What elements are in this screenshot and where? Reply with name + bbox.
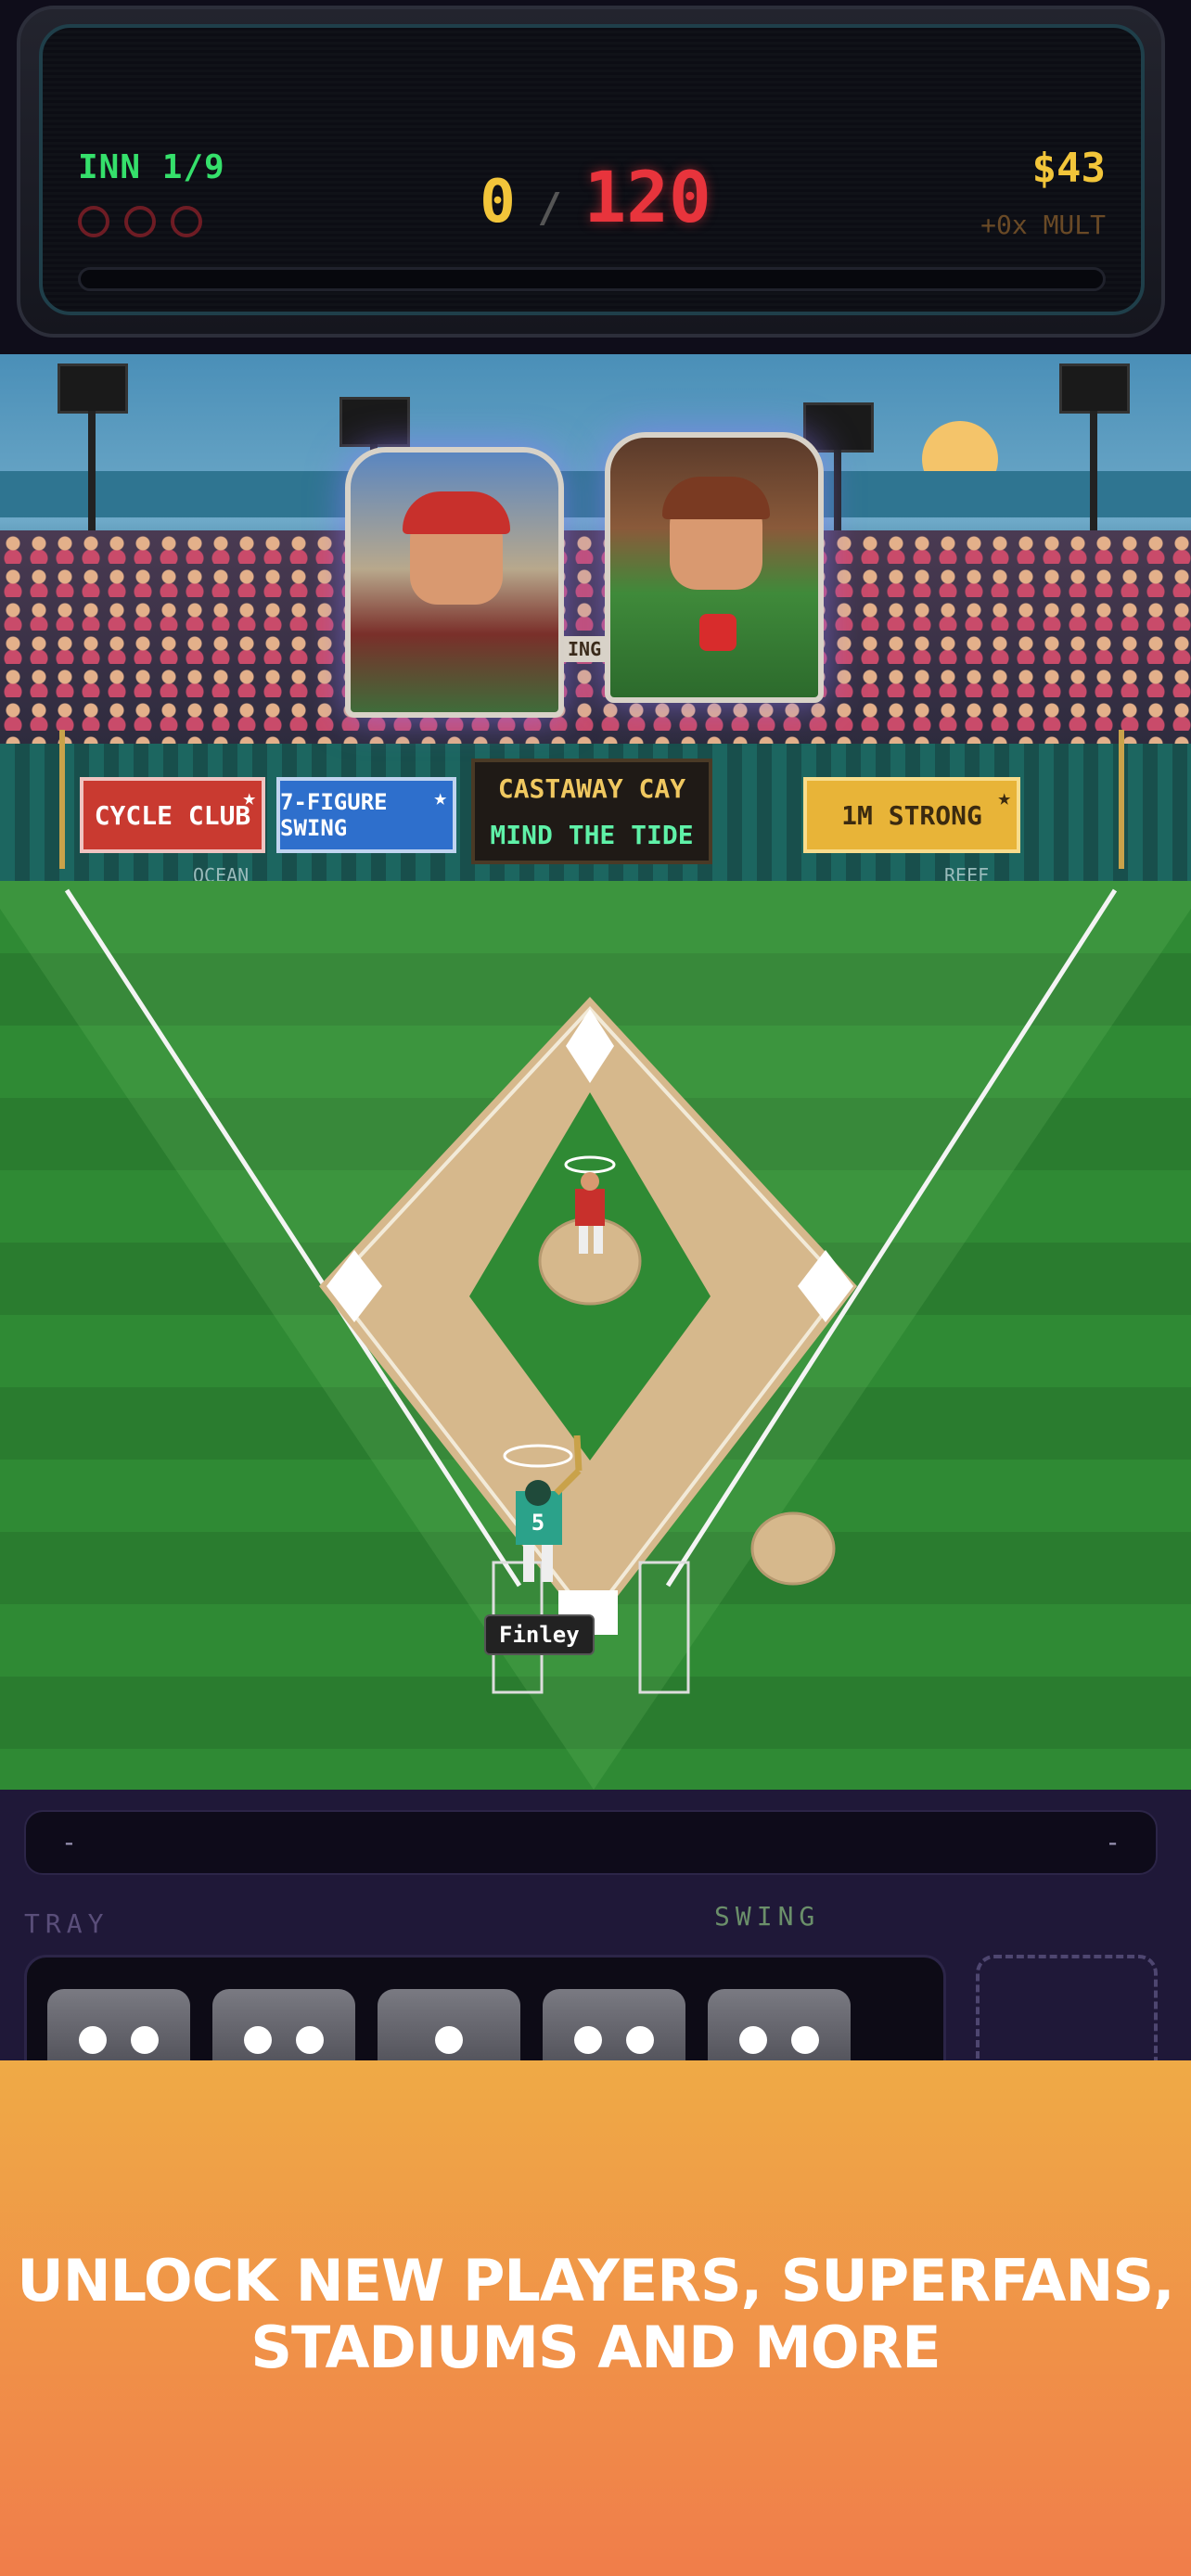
baseball-field: 5 Finley — [0, 881, 1191, 1790]
cap-icon — [403, 491, 510, 534]
die-pip-icon — [79, 2026, 107, 2054]
multiplier-display: +0x MULT — [980, 210, 1106, 240]
stadium-light-icon — [1059, 363, 1130, 559]
ocean — [0, 471, 1191, 517]
die-pip-icon — [131, 2026, 159, 2054]
hair-icon — [662, 477, 770, 519]
foul-pole-right — [1119, 730, 1124, 869]
stadium-light-icon — [58, 363, 128, 559]
promo-headline: UNLOCK NEW PLAYERS, SUPERFANS, STADIUMS … — [0, 2248, 1191, 2381]
superfan-card[interactable] — [345, 447, 564, 718]
star-icon: ★ — [433, 784, 447, 810]
stadium-light-icon — [339, 397, 410, 593]
batter-leg — [542, 1545, 553, 1582]
pitcher-leg — [579, 1226, 588, 1254]
tray-label: TRAY — [24, 1908, 109, 1939]
banner-label: 7-FIGURE SWING — [280, 789, 388, 841]
pitcher-leg — [594, 1226, 603, 1254]
stadium-backdrop: ING CYCLE CLUB ★ 7-FIGURE SWING ★ 1M STR… — [0, 354, 1191, 881]
star-icon: ★ — [997, 784, 1011, 810]
field-diagram: 5 — [0, 881, 1191, 1790]
score-separator: / — [537, 185, 562, 232]
die-pip-icon — [435, 2026, 463, 2054]
banner-1m-strong: 1M STRONG ★ — [803, 777, 1020, 853]
message-right: - — [1105, 1827, 1121, 1857]
banner-label: 1M STRONG — [841, 799, 982, 831]
superfan-card[interactable] — [605, 432, 824, 703]
die-pip-icon — [739, 2026, 767, 2054]
star-icon: ★ — [242, 784, 256, 810]
bat-icon — [573, 1435, 583, 1472]
banner-label: CYCLE CLUB — [94, 799, 251, 831]
promo-banner: UNLOCK NEW PLAYERS, SUPERFANS, STADIUMS … — [0, 2060, 1191, 2576]
die-pip-icon — [296, 2026, 324, 2054]
batter-leg — [523, 1545, 534, 1582]
promo-line-1: UNLOCK NEW PLAYERS, SUPERFANS, — [17, 2247, 1174, 2315]
batter-name-tag[interactable]: Finley — [484, 1614, 595, 1655]
on-deck-circle — [750, 1511, 836, 1586]
card-label-fragment: ING — [564, 636, 606, 662]
score-current: 0 — [480, 168, 516, 236]
die-pip-icon — [626, 2026, 654, 2054]
message-left: - — [61, 1827, 77, 1857]
score-progress-bar — [78, 267, 1106, 291]
stadium-scoreboard-sign: CASTAWAY CAY MIND THE TIDE — [471, 759, 712, 864]
banner-cycle-club: CYCLE CLUB ★ — [80, 777, 265, 853]
money-display: $43 — [1031, 145, 1106, 192]
foul-pole-left — [59, 730, 65, 869]
message-bar: - - — [24, 1810, 1158, 1875]
pitcher-head — [581, 1172, 599, 1191]
swing-label: SWING — [714, 1901, 821, 1932]
stadium-light-icon — [803, 402, 874, 598]
red-dice-icon — [699, 614, 736, 651]
wall-sublabel-reef: REEF — [944, 864, 990, 881]
die-pip-icon — [574, 2026, 602, 2054]
dice-controls: - - TRAY SWING — [0, 1790, 1191, 2094]
banner-7-figure-swing: 7-FIGURE SWING ★ — [276, 777, 456, 853]
stadium-name: CASTAWAY CAY — [497, 773, 686, 804]
batter-helmet — [525, 1480, 551, 1506]
score-target: 120 — [583, 156, 711, 238]
wall-sublabel-ocean: OCEAN — [193, 864, 250, 881]
die-pip-icon — [791, 2026, 819, 2054]
pitchers-mound — [538, 1217, 642, 1306]
stadium-modifier: MIND THE TIDE — [490, 820, 694, 850]
die-pip-icon — [244, 2026, 272, 2054]
batter-number: 5 — [531, 1510, 544, 1536]
promo-line-2: STADIUMS AND MORE — [250, 2314, 941, 2381]
pitcher-icon — [575, 1189, 605, 1226]
